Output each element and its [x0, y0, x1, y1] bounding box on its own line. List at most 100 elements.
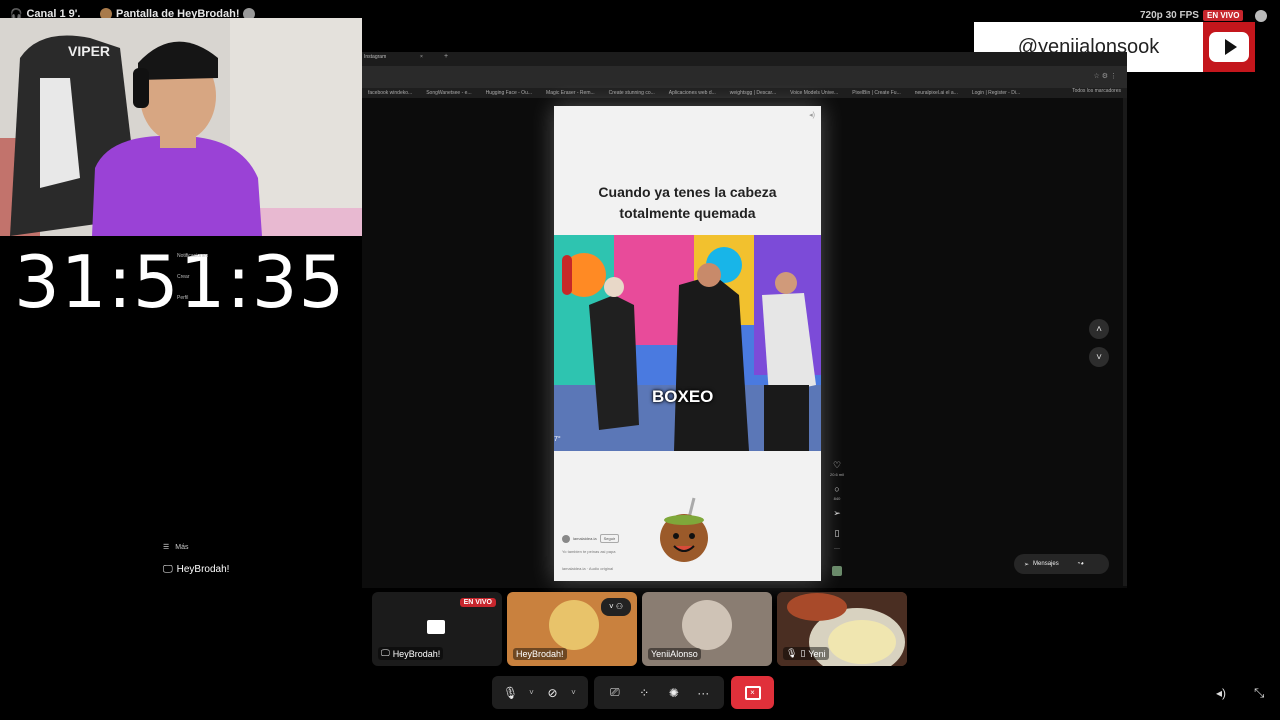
more-options-button[interactable]: ··· [692, 686, 714, 700]
participant-avatar [549, 600, 599, 650]
bookmark[interactable]: SongWanetsee - e... [426, 90, 471, 96]
message-avatars-icon: ◔◕ [1076, 561, 1084, 567]
participant-name: HeyBrodah! [392, 648, 441, 659]
leave-call-icon: × [744, 685, 761, 700]
bookmark[interactable]: Voice Models Unive... [790, 90, 838, 96]
participant-tile-heybrodah[interactable]: ˅ ⚇ HeyBrodah! [507, 592, 637, 666]
stream-quality: 720p 30 FPS [1140, 10, 1199, 21]
like-icon[interactable]: ♡ [832, 460, 842, 471]
bookmark[interactable]: facebook windeko... [368, 90, 412, 96]
browser-address-bar[interactable]: ☆ ⚙ ⋮ [362, 66, 1127, 88]
author-avatar[interactable] [562, 534, 570, 543]
author-username[interactable]: lamalaidea.ia [573, 536, 597, 541]
bookmark[interactable]: Magic Eraser - Rem... [546, 90, 595, 96]
messages-label: Mensajes [1033, 561, 1059, 567]
tile-live-badge: EN VIVO [459, 598, 496, 607]
tile-name: 🎙 ▯ Yeni [783, 647, 829, 660]
bookmark[interactable]: weightsgg | Descar... [730, 90, 776, 96]
reel-post: ◂) Cuando ya tenes la cabeza totalmente … [554, 106, 821, 581]
comment-count: 840 [833, 496, 841, 501]
bookmark[interactable]: Login | Register - Di... [972, 90, 1020, 96]
video-overlay-text: BOXEO [652, 387, 714, 406]
bookmark[interactable]: PixelBin | Create Fu... [852, 90, 901, 96]
next-reel-button[interactable]: ˅ [1089, 347, 1109, 367]
soundboard-button[interactable]: ✺ [663, 686, 685, 700]
share-screen-button[interactable]: ⎚ [604, 685, 626, 700]
live-badge: EN VIVO [1203, 10, 1244, 21]
video-corner-label: 7° [554, 436, 561, 443]
participant-name: YeniiAlonso [651, 649, 698, 659]
mobile-icon: ▯ [800, 648, 806, 658]
caption-line-1: Cuando ya tenes la cabeza [598, 184, 777, 200]
mute-icon[interactable]: ◂) [809, 111, 815, 119]
new-tab-icon[interactable]: + [444, 53, 448, 60]
bookmarks-bar: facebook windeko... SongWanetsee - e... … [362, 88, 1127, 98]
previous-reel-button[interactable]: ˄ [1089, 319, 1109, 339]
volume-icon[interactable]: ◂) [1216, 686, 1226, 700]
more-label: Más [175, 543, 189, 551]
send-icon: ➢ [1024, 561, 1030, 568]
monitor-icon: 🖵 [381, 648, 390, 658]
chevron-down-icon: ˅ [1096, 351, 1102, 363]
page-scrollbar[interactable] [1123, 98, 1127, 586]
camera-options-chevron-icon[interactable]: ˅ [567, 688, 581, 697]
save-icon[interactable]: ▯ [832, 528, 842, 539]
audio-thumb-icon[interactable] [832, 566, 842, 576]
browser-tab[interactable]: Instagram [364, 54, 386, 60]
participant-tile-yeni[interactable]: 🎙 ▯ Yeni [777, 592, 907, 666]
tile-name: 🖵 HeyBrodah! [378, 647, 444, 660]
tile-menu-icon[interactable]: ˅ ⚇ [601, 598, 631, 616]
messages-pill[interactable]: ➢ Mensajes ◔◕ [1014, 554, 1109, 574]
exit-fullscreen-icon[interactable]: ⤡ [1254, 685, 1264, 701]
audio-video-controls: 🎙 ˅ ⊘ ˅ [492, 676, 588, 709]
webcam-image: VIPER [0, 18, 362, 236]
share-icon[interactable]: ➢ [832, 508, 842, 519]
bookmark[interactable]: Aplicaciones web d... [669, 90, 716, 96]
webcam-feed: VIPER [0, 18, 362, 236]
participant-tile-yeniialonso[interactable]: YeniiAlonso [642, 592, 772, 666]
camera-off-button[interactable]: ⊘ [542, 686, 564, 700]
tile-name: YeniiAlonso [648, 648, 701, 660]
bookmark[interactable]: Create stunning co... [609, 90, 655, 96]
ghost-menu-profile: Perfil [177, 295, 189, 301]
tab-close-icon[interactable]: × [420, 54, 423, 60]
chevron-up-icon: ˄ [1096, 323, 1102, 335]
svg-text:VIPER: VIPER [68, 43, 110, 59]
mic-options-chevron-icon[interactable]: ˅ [525, 688, 539, 697]
leave-call-button[interactable]: × [731, 676, 774, 709]
participant-name: HeyBrodah! [516, 649, 564, 659]
post-description: Yo tambien te peinas asi papa [562, 549, 616, 554]
comment-icon[interactable]: ○ [832, 484, 842, 494]
activities-button[interactable]: ⁘ [633, 686, 655, 700]
participant-tile-screen[interactable]: EN VIVO 🖵 HeyBrodah! [372, 592, 502, 666]
more-icon[interactable]: ··· [832, 546, 842, 552]
mic-muted-icon: 🎙 [786, 648, 798, 658]
post-audio[interactable]: lamalaidea.ia · Audio original [562, 566, 613, 571]
post-video[interactable] [554, 235, 821, 451]
ghost-menu-notifications: Notificaciones [177, 253, 209, 259]
tile-name: HeyBrodah! [513, 648, 567, 660]
participant-avatar [682, 600, 732, 650]
bookmark[interactable]: neuralpixel.ai el a... [915, 90, 958, 96]
monitor-icon: 🖵 [163, 564, 173, 575]
viewer-icon[interactable] [1255, 10, 1267, 22]
ghost-menu-create: Crear [177, 274, 190, 280]
more-menu-item[interactable]: ☰ Más [163, 543, 189, 552]
follow-button[interactable]: Seguir [599, 534, 620, 543]
microphone-button[interactable]: 🎙 [500, 686, 522, 700]
all-bookmarks[interactable]: Todos los marcadores [1072, 88, 1121, 94]
browser-tab-strip: Instagram × + [362, 52, 1127, 66]
screen-share-label: 🖵 HeyBrodah! [163, 564, 229, 575]
screen-share-icon [427, 620, 445, 634]
caption-line-2: totalmente quemada [619, 205, 756, 221]
post-author-row: lamalaidea.ia Seguir [562, 534, 620, 543]
youtube-icon [1203, 22, 1255, 72]
video-frame [554, 235, 821, 451]
like-count: 20.6 mil [829, 472, 844, 477]
participant-name: Yeni [808, 648, 826, 659]
share-owner: HeyBrodah! [176, 564, 230, 575]
bookmark[interactable]: Hugging Face - Ou... [486, 90, 532, 96]
hamburger-icon: ☰ [163, 544, 170, 551]
activity-controls: ⎚ ⁘ ✺ ··· [594, 676, 724, 709]
browser-toolbar-icons[interactable]: ☆ ⚙ ⋮ [1094, 72, 1117, 80]
